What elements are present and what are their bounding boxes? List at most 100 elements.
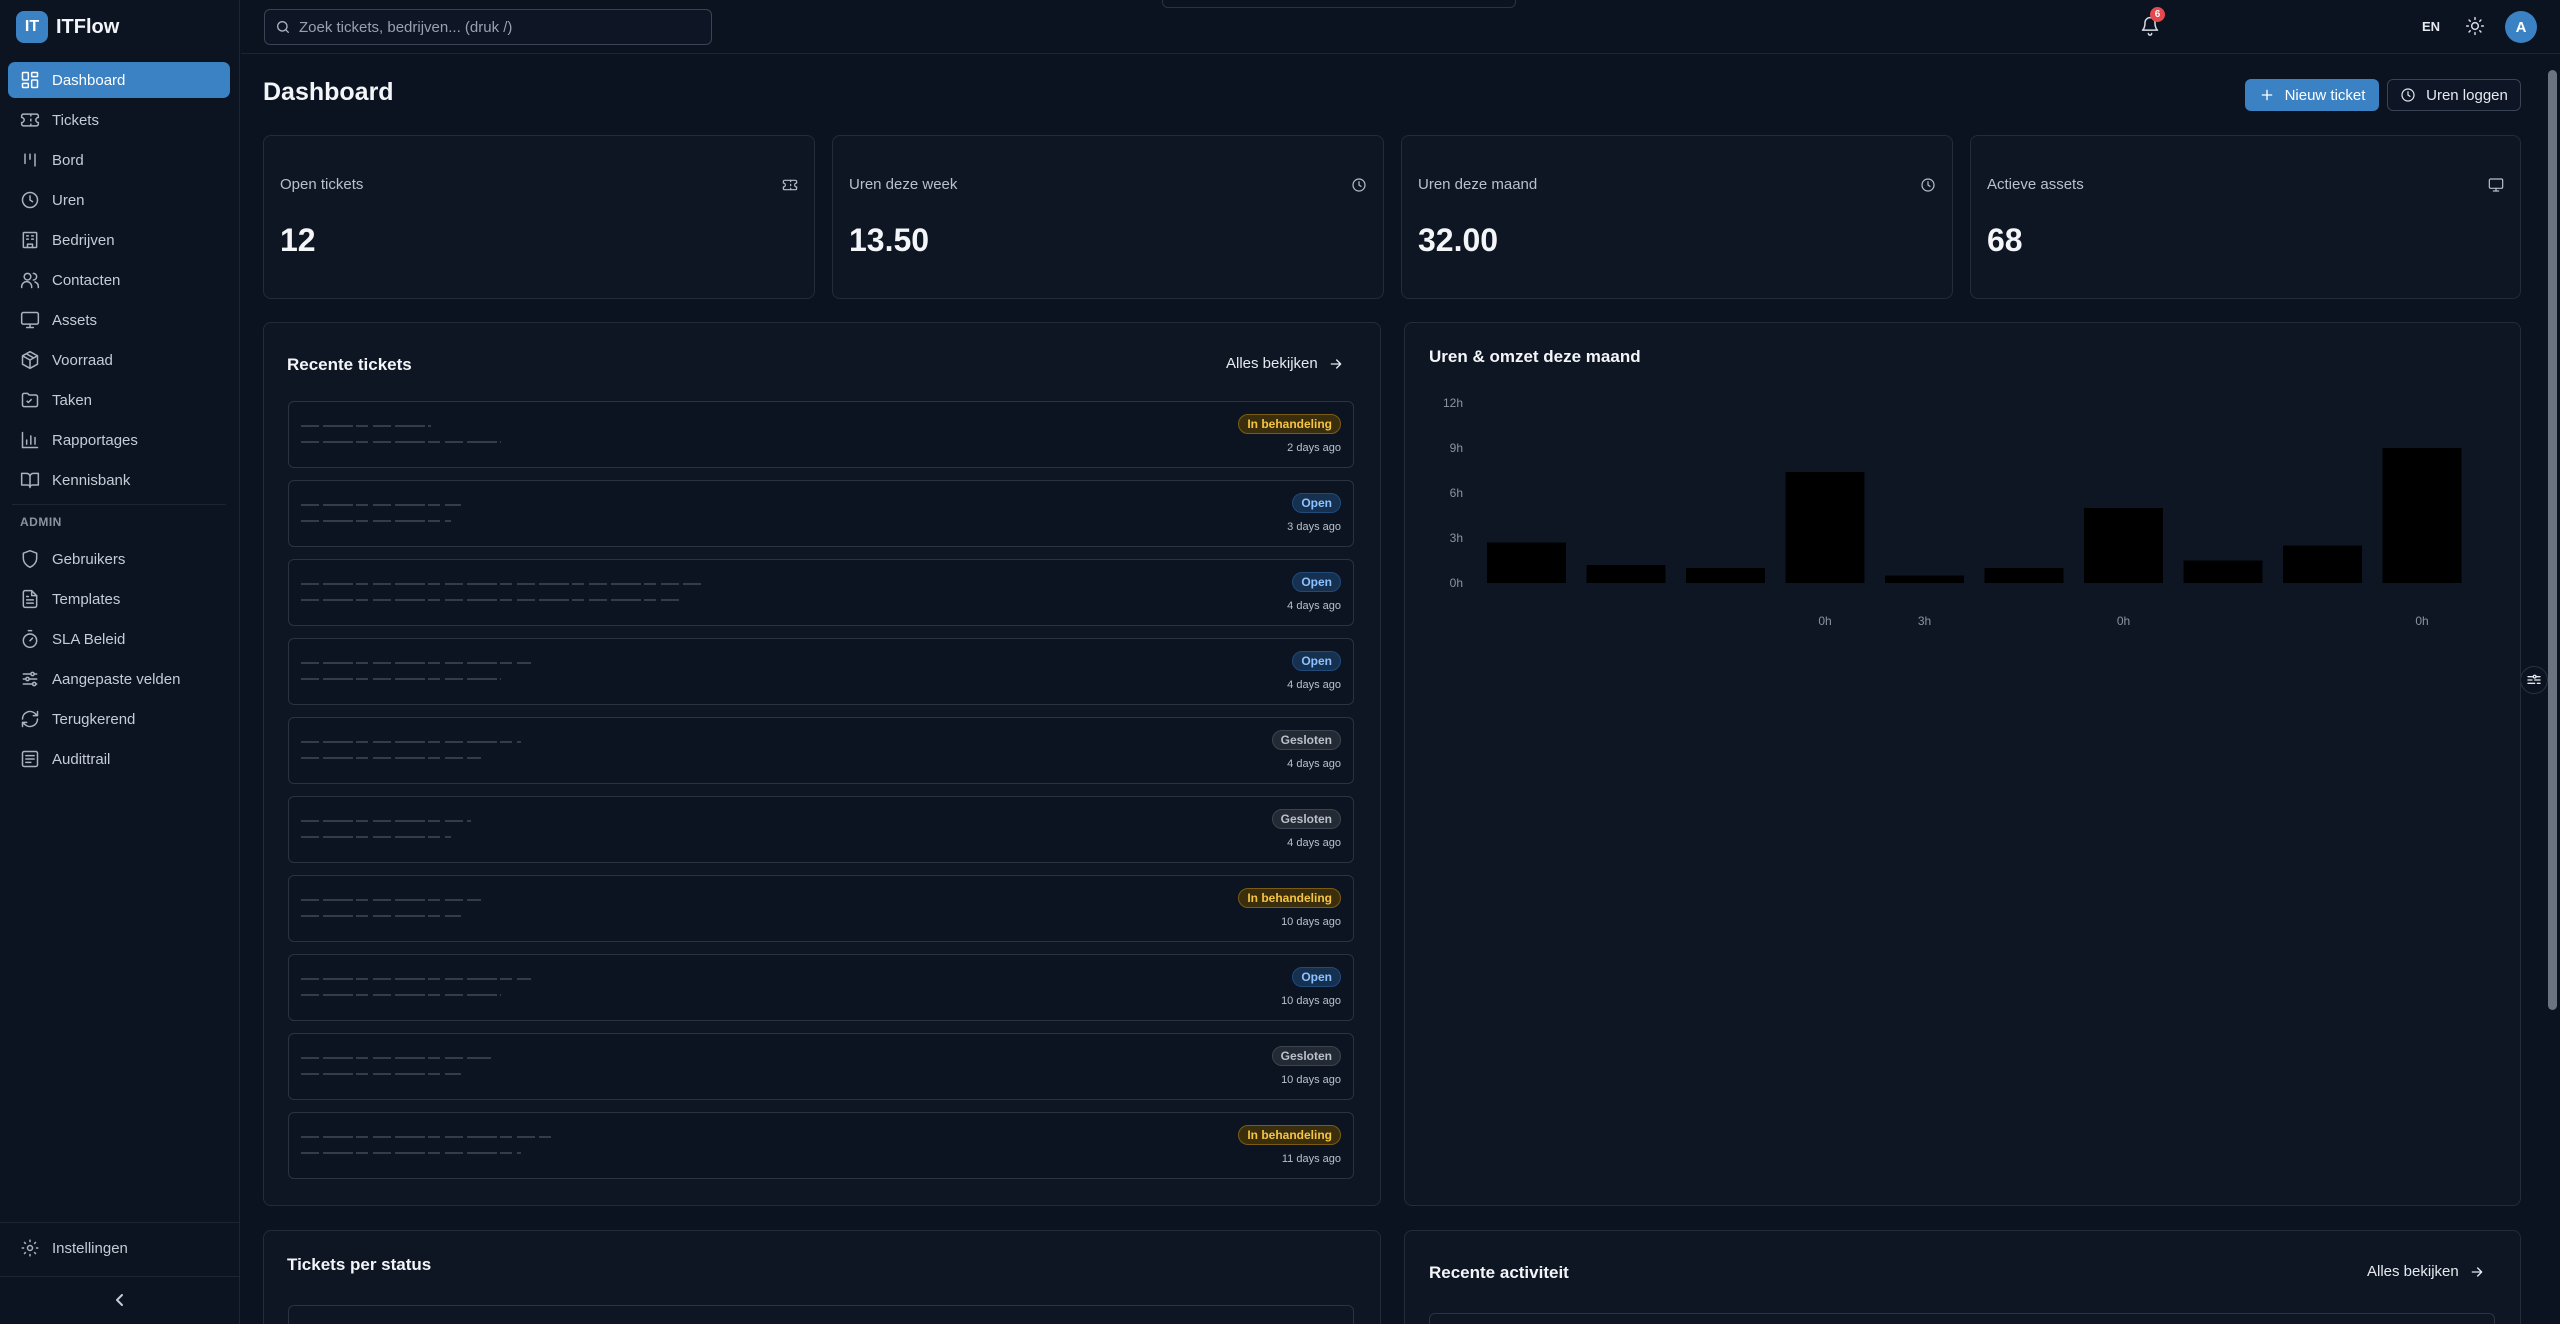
ticket-title-placeholder [301, 978, 531, 996]
admin-divider [12, 504, 226, 505]
x-tick-label: 0h [2415, 614, 2428, 628]
sidebar-item-label: Audittrail [52, 750, 111, 768]
ticket-age: 2 days ago [1287, 442, 1341, 454]
sidebar-item-taken[interactable]: Taken [8, 382, 230, 418]
ticket-row[interactable]: Gesloten 4 days ago [288, 796, 1354, 863]
x-tick-label: 0h [1818, 614, 1831, 628]
app-name: ITFlow [56, 15, 120, 38]
chart-bar[interactable] [1785, 472, 1865, 583]
stat-value: 68 [1987, 222, 2023, 258]
stat-card-open-tickets[interactable]: Open tickets 12 [263, 135, 815, 299]
stat-value: 12 [280, 222, 316, 258]
recent-activity-title: Recente activiteit [1429, 1263, 1569, 1282]
stat-card-hours-week[interactable]: Uren deze week 13.50 [832, 135, 1384, 299]
sidebar-item-templates[interactable]: Templates [8, 581, 230, 617]
collapse-sidebar-chevron-icon[interactable] [108, 1288, 132, 1312]
recent-tickets-title: Recente tickets [287, 355, 412, 374]
brand-logo: IT [16, 11, 48, 43]
chart-title: Uren & omzet deze maand [1429, 347, 1641, 366]
y-tick-label: 0h [1450, 576, 1463, 590]
status-badge: Gesloten [1271, 809, 1341, 829]
recent-activity-see-all-link[interactable]: Alles bekijken [2367, 1263, 2485, 1280]
sidebar-divider [0, 1222, 240, 1223]
ticket-row[interactable]: Gesloten 4 days ago [288, 717, 1354, 784]
chart-bar[interactable] [1984, 568, 2064, 583]
sidebar-item-tickets[interactable]: Tickets [8, 102, 230, 138]
ticket-row[interactable]: In behandeling 2 days ago [288, 401, 1354, 468]
ticket-title-placeholder [301, 425, 501, 443]
ticket-age: 3 days ago [1287, 521, 1341, 533]
sidebar-item-bord[interactable]: Bord [8, 142, 230, 178]
sidebar-item-aangepaste-velden[interactable]: Aangepaste velden [8, 661, 230, 697]
chart-bar[interactable] [2283, 545, 2362, 584]
sidebar-item-instellingen[interactable]: Instellingen [8, 1230, 230, 1266]
sidebar-item-voorraad[interactable]: Voorraad [8, 342, 230, 378]
ticket-age: 4 days ago [1287, 679, 1341, 691]
language-switcher[interactable]: EN [2422, 8, 2444, 44]
kanban-icon [20, 150, 40, 170]
ticket-row[interactable]: In behandeling 10 days ago [288, 875, 1354, 942]
sidebar-item-kennisbank[interactable]: Kennisbank [8, 462, 230, 498]
sidebar-item-assets[interactable]: Assets [8, 302, 230, 338]
ticket-row[interactable]: Open 4 days ago [288, 638, 1354, 705]
recent-tickets-see-all-link[interactable]: Alles bekijken [1226, 355, 1344, 372]
new-ticket-button[interactable]: Nieuw ticket [2245, 79, 2379, 111]
chart-bar[interactable] [1885, 575, 1964, 584]
stat-label: Uren deze week [849, 176, 958, 193]
sidebar-item-label: Assets [52, 311, 98, 329]
clock-icon [2400, 87, 2416, 103]
sidebar-item-label: Bord [52, 151, 84, 169]
sidebar-item-rapportages[interactable]: Rapportages [8, 422, 230, 458]
clock-icon [1920, 177, 1936, 193]
sidebar-item-label: Contacten [52, 271, 121, 289]
ticket-row[interactable]: Open 10 days ago [288, 954, 1354, 1021]
arrow-right-icon [1330, 358, 1342, 369]
ticket-row[interactable]: Open 4 days ago [288, 559, 1354, 626]
chart-bar[interactable] [2382, 448, 2462, 583]
user-avatar[interactable]: A [2505, 11, 2537, 43]
sidebar-item-uren[interactable]: Uren [8, 182, 230, 218]
plus-icon [2261, 89, 2272, 101]
sidebar-item-audittrail[interactable]: Audittrail [8, 741, 230, 777]
ticket-row[interactable]: Gesloten 10 days ago [288, 1033, 1354, 1100]
chart-bar[interactable] [2084, 508, 2163, 583]
sun-icon[interactable] [2465, 16, 2485, 36]
ticket-row[interactable]: Open 3 days ago [288, 480, 1354, 547]
search-box[interactable] [264, 9, 712, 45]
sidebar-divider [0, 1276, 240, 1277]
ticket-age: 4 days ago [1287, 758, 1341, 770]
ticket-age: 10 days ago [1281, 1074, 1341, 1086]
status-badge: In behandeling [1238, 888, 1341, 908]
recent-activity-card: Recente activiteit Alles bekijken [1404, 1230, 2521, 1324]
ticket-icon [20, 110, 40, 130]
shield-icon [20, 549, 40, 569]
sidebar-item-label: Bedrijven [52, 231, 115, 249]
chart-bar[interactable] [1686, 568, 1765, 583]
sidebar-item-dashboard[interactable]: Dashboard [8, 62, 230, 98]
brand[interactable]: IT ITFlow [16, 10, 119, 44]
sidebar-item-label: Terugkerend [52, 710, 136, 728]
sidebar-item-terugkerend[interactable]: Terugkerend [8, 701, 230, 737]
sidebar-item-sla-beleid[interactable]: SLA Beleid [8, 621, 230, 657]
search-input[interactable] [299, 18, 699, 36]
scrollbar-thumb[interactable] [2548, 70, 2557, 1010]
chart-bar[interactable] [2183, 560, 2263, 584]
stat-card-hours-month[interactable]: Uren deze maand 32.00 [1401, 135, 1953, 299]
settings-area: Instellingen [8, 1230, 230, 1270]
activity-row [1429, 1313, 2495, 1324]
ticket-age: 11 days ago [1281, 1153, 1341, 1165]
sidebar-item-bedrijven[interactable]: Bedrijven [8, 222, 230, 258]
chart-bar[interactable] [1487, 542, 1566, 584]
sidebar-item-contacten[interactable]: Contacten [8, 262, 230, 298]
sidebar-item-gebruikers[interactable]: Gebruikers [8, 541, 230, 577]
chart-bar[interactable] [1586, 565, 1666, 583]
floating-filter-button[interactable] [2520, 666, 2548, 694]
ticket-title-placeholder [301, 504, 461, 522]
stat-label: Uren deze maand [1418, 176, 1538, 193]
sidebar-item-label: Tickets [52, 111, 99, 129]
dashboard-icon [20, 70, 40, 90]
stat-card-active-assets[interactable]: Actieve assets 68 [1970, 135, 2521, 299]
ticket-row[interactable]: In behandeling 11 days ago [288, 1112, 1354, 1179]
log-hours-button[interactable]: Uren loggen [2387, 79, 2521, 111]
sidebar: IT ITFlow Dashboard Tickets Bord Uren Be… [0, 0, 240, 1324]
